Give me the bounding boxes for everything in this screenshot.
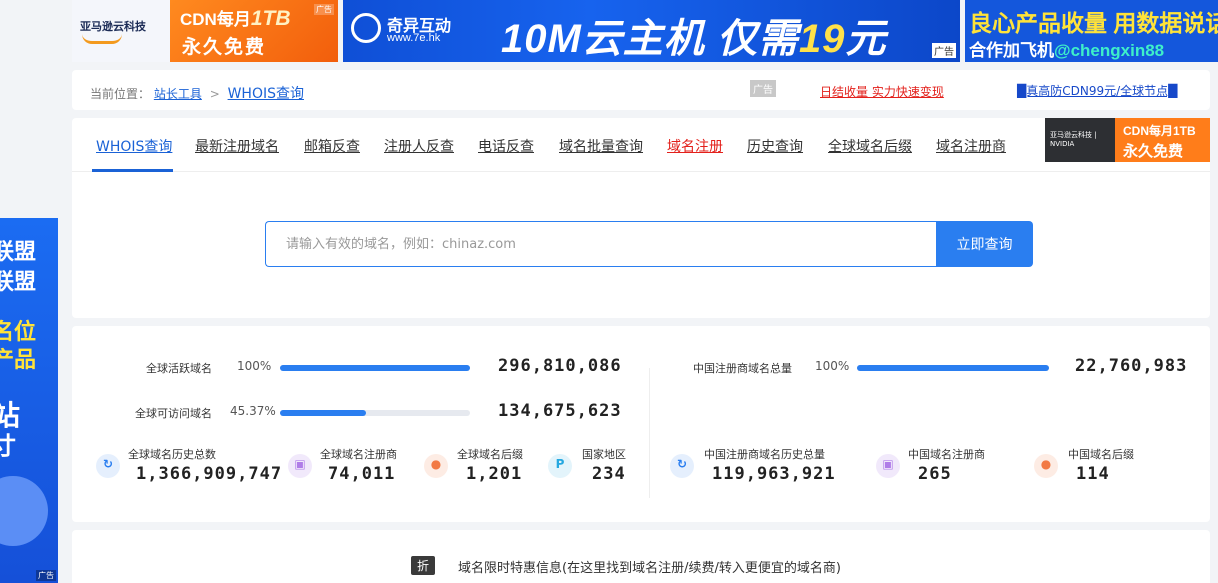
progress-bar xyxy=(857,365,1049,371)
stat-percent: 100% xyxy=(815,359,850,373)
stat-percent: 100% xyxy=(237,359,272,373)
stat-percent: 45.37% xyxy=(230,404,276,418)
brand-logo: 奇异互动 www.7e.hk xyxy=(349,10,465,50)
discount-text[interactable]: 域名限时特惠信息(在这里找到域名注册/续费/转入更便宜的域名商) xyxy=(458,557,841,576)
ad-tag: 广告 xyxy=(314,4,334,15)
history-icon: ↻ xyxy=(96,454,120,478)
amazon-smile-icon xyxy=(82,34,122,44)
whois-search: 立即查询 xyxy=(265,221,1033,267)
stat-label: 全球可访问域名 xyxy=(135,407,212,420)
breadcrumb-bar: 当前位置： 站长工具 > WHOIS查询 广告 日结收量 实力快速变现 █真高防… xyxy=(72,70,1210,110)
registrar-icon: ▣ xyxy=(288,454,312,478)
tag-icon: ● xyxy=(1034,454,1058,478)
tab-email-lookup[interactable]: 邮箱反查 xyxy=(304,136,360,156)
discount-info: 折 域名限时特惠信息(在这里找到域名注册/续费/转入更便宜的域名商) xyxy=(72,530,1210,583)
tab-whois[interactable]: WHOIS查询 xyxy=(96,136,172,156)
stat-label: 中国注册商域名总量 xyxy=(693,362,792,375)
stat-value: 296,810,086 xyxy=(498,356,622,376)
breadcrumb-webmaster-tools[interactable]: 站长工具 xyxy=(154,87,202,101)
mini-stat: ▣ 全球域名注册商 74,011 xyxy=(288,446,408,490)
brand-icon xyxy=(351,13,381,43)
ad-tag: 广告 xyxy=(932,43,956,58)
stat-value: 22,760,983 xyxy=(1075,356,1188,376)
tab-global-tld[interactable]: 全球域名后缀 xyxy=(828,136,912,156)
stat-label: 全球活跃域名 xyxy=(146,362,212,375)
banner-headline: 10M云主机 仅需19元 xyxy=(501,17,887,61)
flag-icon: P xyxy=(548,454,572,478)
amazon-cdn-banner[interactable]: 亚马逊云科技 CDN每月1TB 永久免费 广告 xyxy=(72,0,338,62)
amazon-nvidia-logo: 亚马逊云科技 | NVIDIA xyxy=(1045,118,1115,162)
mini-stat: ↻ 全球域名历史总数 1,366,909,747 xyxy=(96,446,296,490)
registrar-icon: ▣ xyxy=(876,454,900,478)
tab-registrar[interactable]: 域名注册商 xyxy=(936,136,1006,156)
progress-bar xyxy=(280,410,470,416)
mini-stat: ▣ 中国域名注册商 265 xyxy=(876,446,1016,490)
ad-link-cdn[interactable]: █真高防CDN99元/全球节点█ xyxy=(1017,82,1177,99)
tab-phone-lookup[interactable]: 电话反查 xyxy=(478,136,534,156)
mini-stat: P 国家地区 234 xyxy=(548,446,638,490)
side-ad-banner[interactable]: 联盟 联盟 名位 产品 站 寸 广告 xyxy=(0,218,58,583)
domain-search-input[interactable] xyxy=(265,221,940,267)
amazon-logo: 亚马逊云科技 xyxy=(72,0,170,62)
tab-history[interactable]: 历史查询 xyxy=(747,136,803,156)
mini-stat: ↻ 中国注册商域名历史总量 119,963,921 xyxy=(670,446,870,490)
ad-tag: 广告 xyxy=(750,80,776,97)
banner-promo: CDN每月1TB 永久免费 广告 xyxy=(170,0,338,62)
tab-domain-register[interactable]: 域名注册 xyxy=(667,136,723,156)
breadcrumb-current[interactable]: WHOIS查询 xyxy=(228,86,304,102)
whois-panel: WHOIS查询 最新注册域名 邮箱反查 注册人反查 电话反查 域名批量查询 域名… xyxy=(72,118,1210,318)
tab-new-domains[interactable]: 最新注册域名 xyxy=(195,136,279,156)
progress-fill xyxy=(280,365,470,371)
progress-fill xyxy=(280,410,367,416)
stat-value: 134,675,623 xyxy=(498,401,622,421)
tab-batch-query[interactable]: 域名批量查询 xyxy=(559,136,643,156)
cloud-host-banner[interactable]: 奇异互动 www.7e.hk 10M云主机 仅需19元 广告 xyxy=(343,0,960,62)
tab-registrant-lookup[interactable]: 注册人反查 xyxy=(384,136,454,156)
history-icon: ↻ xyxy=(670,454,694,478)
progress-bar xyxy=(280,365,470,371)
tab-bar: WHOIS查询 最新注册域名 邮箱反查 注册人反查 电话反查 域名批量查询 域名… xyxy=(72,118,1210,172)
discount-badge: 折 xyxy=(411,556,436,575)
divider xyxy=(649,368,650,498)
breadcrumb: 当前位置： 站长工具 > WHOIS查询 xyxy=(90,86,304,102)
decorative-circle xyxy=(0,476,48,546)
progress-fill xyxy=(857,365,1049,371)
tag-icon: ● xyxy=(424,454,448,478)
query-button[interactable]: 立即查询 xyxy=(936,221,1033,267)
ad-link-cash[interactable]: 日结收量 实力快速变现 xyxy=(820,83,944,100)
tab-ad-banner[interactable]: 亚马逊云科技 | NVIDIA CDN每月1TB 永久免费 xyxy=(1045,118,1210,162)
domain-stats: 全球活跃域名 100% 296,810,086 全球可访问域名 45.37% 1… xyxy=(72,326,1210,522)
data-promo-banner[interactable]: 良心产品收量 用数据说话 合作加飞机@chengxin88 xyxy=(965,0,1218,62)
mini-stat: ● 全球域名后缀 1,201 xyxy=(424,446,534,490)
mini-stat: ● 中国域名后缀 114 xyxy=(1034,446,1174,490)
active-tab-indicator xyxy=(92,169,173,172)
ad-tag: 广告 xyxy=(36,570,56,581)
